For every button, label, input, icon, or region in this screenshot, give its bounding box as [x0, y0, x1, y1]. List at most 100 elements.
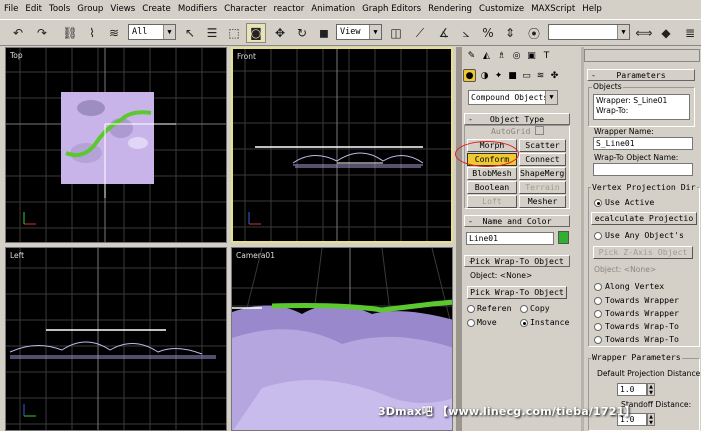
- spinner-snap-icon[interactable]: ⇕: [500, 23, 520, 43]
- loft-button[interactable]: Loft: [467, 195, 517, 208]
- menu-customize[interactable]: Customize: [479, 4, 524, 14]
- use-any-object-radio[interactable]: [594, 232, 602, 240]
- hierarchy-tab-icon[interactable]: ♗: [495, 49, 508, 62]
- pick-z-axis-button[interactable]: Pick Z-Axis Object: [593, 246, 693, 259]
- chevron-down-icon: ▼: [545, 91, 557, 104]
- menu-views[interactable]: Views: [110, 4, 135, 14]
- motion-tab-icon[interactable]: ◎: [510, 49, 523, 62]
- menu-animation[interactable]: Animation: [311, 4, 355, 14]
- menu-help[interactable]: Help: [582, 4, 602, 14]
- category-dropdown[interactable]: Compound Objects ▼: [468, 90, 558, 105]
- name-color-rollout-header[interactable]: - Name and Color: [464, 215, 570, 227]
- menu-character[interactable]: Character: [224, 4, 266, 14]
- move-radio[interactable]: [467, 319, 475, 327]
- towards-wrapto-radio[interactable]: [594, 323, 602, 331]
- spinner-icon[interactable]: ▲ ▼: [647, 383, 655, 396]
- named-selection-dropdown[interactable]: ▼: [548, 24, 630, 40]
- menu-modifiers[interactable]: Modifiers: [178, 4, 217, 14]
- objects-wrapto-item[interactable]: Wrap-To:: [596, 106, 628, 115]
- viewport-label-top[interactable]: Top: [10, 51, 23, 60]
- utilities-tab-icon[interactable]: T: [540, 49, 553, 62]
- spinner-icon[interactable]: ▲ ▼: [647, 413, 655, 426]
- unlink-icon[interactable]: ⌇: [82, 23, 102, 43]
- undo-icon[interactable]: ↶: [8, 23, 28, 43]
- towards-wrapper-radio[interactable]: [594, 297, 602, 305]
- use-active-radio[interactable]: [594, 199, 602, 207]
- redo-icon[interactable]: ↷: [32, 23, 52, 43]
- move-icon[interactable]: ✥: [270, 23, 290, 43]
- viewport-label-front[interactable]: Front: [237, 52, 256, 61]
- layers-icon[interactable]: ≣: [680, 23, 700, 43]
- create-tab-icon[interactable]: ✎: [465, 49, 478, 62]
- select-by-name-icon[interactable]: ☰: [202, 23, 222, 43]
- viewport-top[interactable]: Top: [5, 47, 227, 243]
- terrain-button[interactable]: Terrain: [519, 181, 566, 194]
- instance-radio[interactable]: [520, 319, 528, 327]
- cameras-icon[interactable]: ■: [506, 69, 519, 82]
- pick-wrapto-rollout-header[interactable]: - Pick Wrap-To Object: [464, 255, 570, 267]
- collapse-icon: -: [468, 114, 473, 124]
- selection-filter-dropdown[interactable]: All ▼: [128, 24, 176, 40]
- pivot-icon[interactable]: ◫: [386, 23, 406, 43]
- menu-group[interactable]: Group: [77, 4, 103, 14]
- recalculate-projection-button[interactable]: ecalculate Projectio: [591, 212, 697, 225]
- scatter-button[interactable]: Scatter: [519, 139, 566, 152]
- systems-icon[interactable]: ✤: [548, 69, 561, 82]
- mirror-icon[interactable]: ⟺: [634, 23, 654, 43]
- space-warps-icon[interactable]: ≋: [534, 69, 547, 82]
- geometry-icon[interactable]: ●: [463, 69, 476, 82]
- viewport-scrollbar[interactable]: [456, 47, 462, 431]
- helpers-icon[interactable]: ▭: [520, 69, 533, 82]
- object-name-field[interactable]: Line01: [466, 232, 554, 245]
- menu-rendering[interactable]: Rendering: [428, 4, 472, 14]
- viewport-front[interactable]: Front: [231, 47, 453, 243]
- scale-icon[interactable]: ◼: [314, 23, 334, 43]
- select-manipulate-icon[interactable]: ⟋: [410, 23, 430, 43]
- link-icon[interactable]: ⛓: [60, 23, 80, 43]
- menu-edit[interactable]: Edit: [25, 4, 42, 14]
- menu-maxscript[interactable]: MAXScript: [531, 4, 575, 14]
- mesher-button[interactable]: Mesher: [519, 195, 566, 208]
- menu-graph-editors[interactable]: Graph Editors: [362, 4, 421, 14]
- object-color-swatch[interactable]: [558, 231, 569, 244]
- towards-wrapper-center-radio[interactable]: [594, 310, 602, 318]
- align-icon[interactable]: ◆: [656, 23, 676, 43]
- modify-tab-icon[interactable]: ◭: [480, 49, 493, 62]
- menu-tools[interactable]: Tools: [49, 4, 70, 14]
- default-projection-distance-field[interactable]: 1.0: [617, 383, 647, 396]
- boolean-button[interactable]: Boolean: [467, 181, 517, 194]
- connect-button[interactable]: Connect: [519, 153, 566, 166]
- blobmesh-button[interactable]: BlobMesh: [467, 167, 517, 180]
- bind-space-warp-icon[interactable]: ≋: [104, 23, 124, 43]
- select-object-icon[interactable]: ↖: [180, 23, 200, 43]
- angle-snap-icon[interactable]: ⦣: [456, 23, 476, 43]
- reference-coord-dropdown[interactable]: View ▼: [336, 24, 382, 40]
- viewport-label-left[interactable]: Left: [10, 251, 24, 260]
- snap-3d-icon[interactable]: ∡: [434, 23, 454, 43]
- object-type-rollout-header[interactable]: - Object Type: [464, 113, 570, 125]
- shapemerge-button[interactable]: ShapeMerge: [519, 167, 566, 180]
- viewport-left[interactable]: Left: [5, 247, 227, 431]
- named-selection-icon[interactable]: ⦿: [524, 23, 544, 43]
- autogrid-checkbox[interactable]: [535, 126, 544, 135]
- lights-icon[interactable]: ✦: [492, 69, 505, 82]
- towards-wrapto-center-radio[interactable]: [594, 336, 602, 344]
- along-vertex-radio[interactable]: [594, 283, 602, 291]
- menu-reactor[interactable]: reactor: [274, 4, 305, 14]
- viewport-label-camera[interactable]: Camera01: [236, 251, 275, 260]
- window-crossing-icon[interactable]: ◙: [246, 23, 266, 43]
- display-tab-icon[interactable]: ▣: [525, 49, 538, 62]
- reference-radio[interactable]: [467, 305, 475, 313]
- percent-snap-icon[interactable]: %: [478, 23, 498, 43]
- copy-radio[interactable]: [520, 305, 528, 313]
- shapes-icon[interactable]: ◑: [478, 69, 491, 82]
- rect-select-region-icon[interactable]: ⬚: [224, 23, 244, 43]
- wrapto-name-field[interactable]: [593, 163, 693, 176]
- menu-create[interactable]: Create: [142, 4, 171, 14]
- rotate-icon[interactable]: ↻: [292, 23, 312, 43]
- pick-wrapto-button[interactable]: Pick Wrap-To Object: [467, 286, 567, 299]
- menu-file[interactable]: File: [4, 4, 18, 14]
- wrapper-name-field[interactable]: S_Line01: [593, 137, 693, 150]
- parameters-rollout-header[interactable]: - Parameters: [587, 69, 695, 81]
- objects-wrapper-item[interactable]: Wrapper: S_Line01: [596, 96, 667, 105]
